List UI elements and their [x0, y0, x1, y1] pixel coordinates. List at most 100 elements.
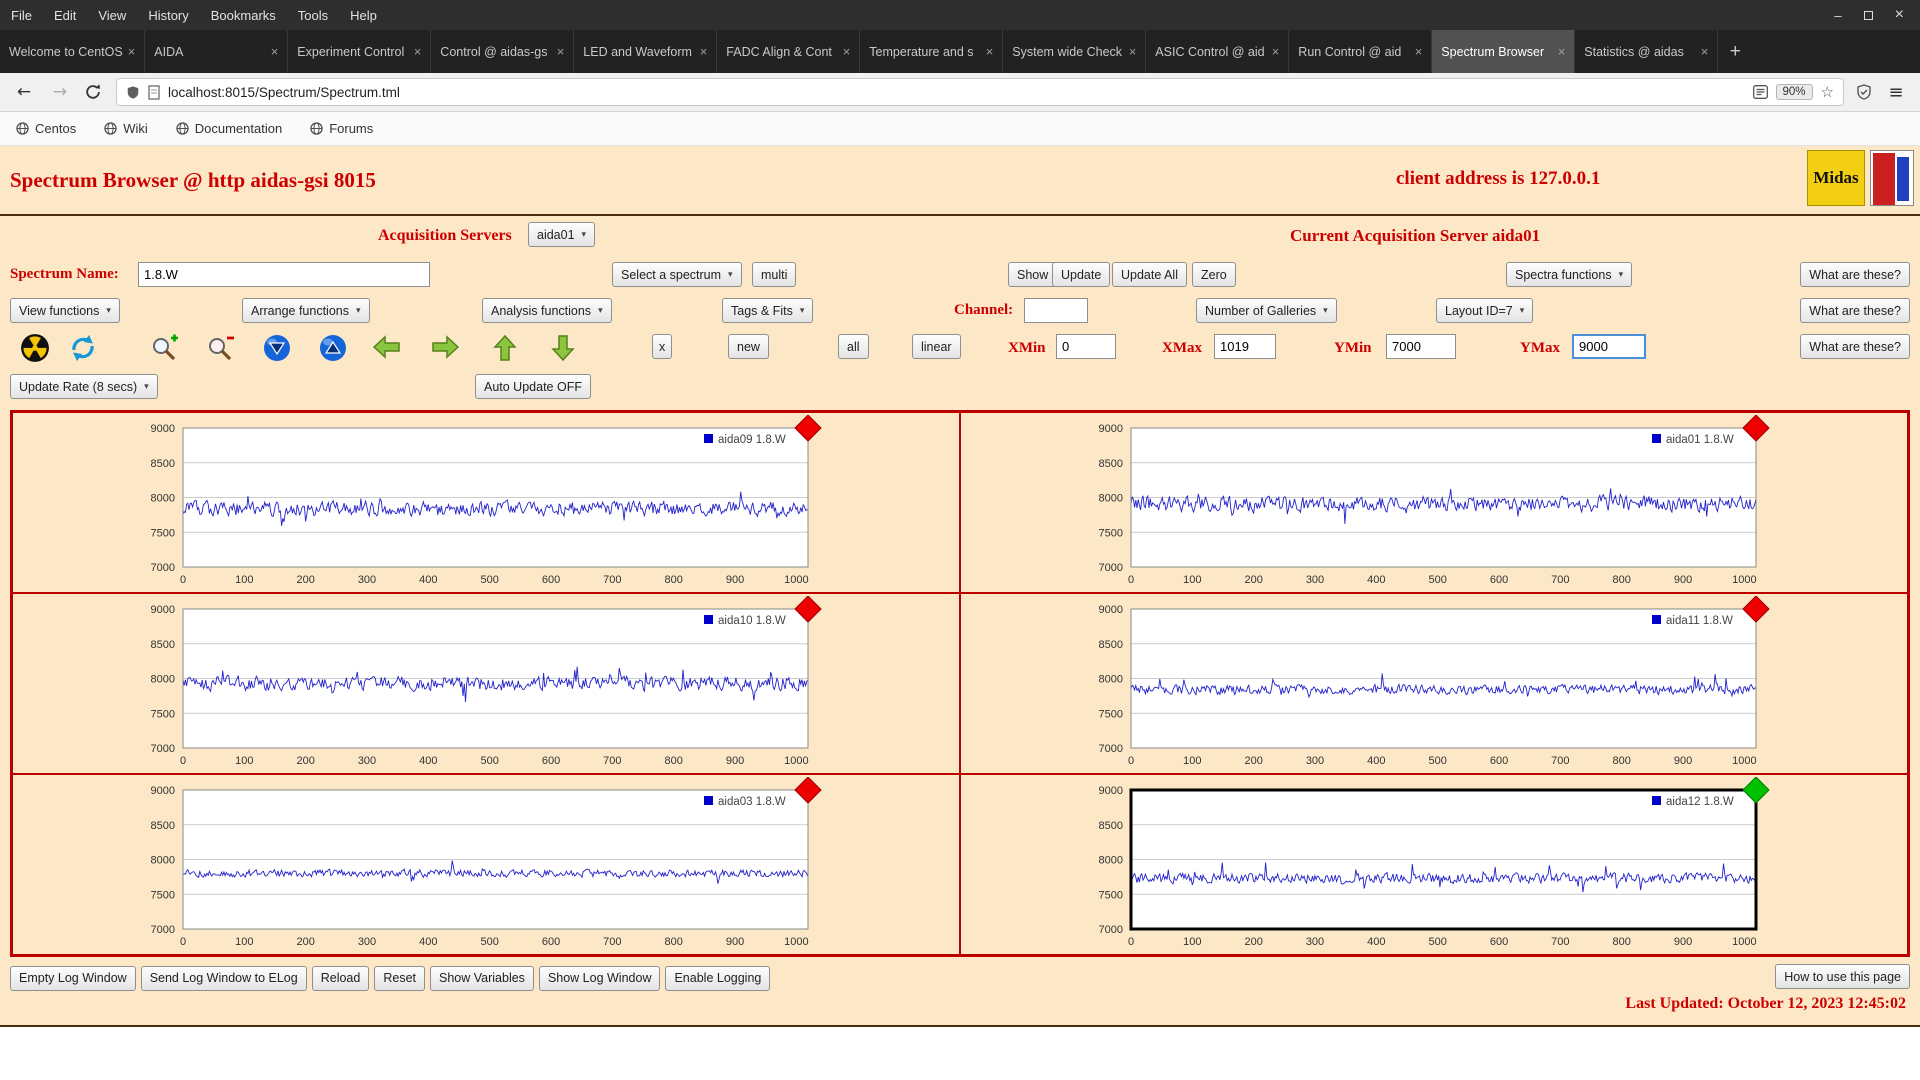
- menu-view[interactable]: View: [87, 8, 137, 23]
- minimize-icon[interactable]: –: [1834, 8, 1841, 23]
- move-right-icon[interactable]: [430, 333, 460, 363]
- what-are-these-button[interactable]: What are these?: [1800, 262, 1910, 287]
- tab-statistics-aidas[interactable]: Statistics @ aidas×: [1575, 30, 1718, 73]
- spectrum-cell-aida09-1-8-w[interactable]: 7000750080008500900001002003004005006007…: [12, 412, 960, 593]
- radiation-icon[interactable]: [20, 333, 50, 363]
- tab-control-aidas-gs[interactable]: Control @ aidas-gs×: [431, 30, 574, 73]
- tab-close-icon[interactable]: ×: [1415, 44, 1423, 59]
- url-text[interactable]: localhost:8015/Spectrum/Spectrum.tml: [168, 85, 1745, 100]
- bookmark-forums[interactable]: Forums: [310, 121, 373, 136]
- menu-tools[interactable]: Tools: [287, 8, 339, 23]
- bookmark-star-icon[interactable]: ☆: [1821, 83, 1834, 101]
- spectra-functions-dropdown[interactable]: Spectra functions▾: [1506, 262, 1632, 287]
- forward-icon[interactable]: →: [48, 82, 72, 102]
- app-menu-icon[interactable]: ≡: [1884, 82, 1908, 103]
- reader-mode-icon[interactable]: [1753, 85, 1768, 99]
- bookmark-wiki[interactable]: Wiki: [104, 121, 148, 136]
- menu-edit[interactable]: Edit: [43, 8, 87, 23]
- tab-close-icon[interactable]: ×: [1558, 44, 1566, 59]
- move-left-icon[interactable]: [372, 333, 402, 363]
- multi-button[interactable]: multi: [752, 262, 796, 287]
- shield-icon[interactable]: [126, 85, 140, 100]
- x-button[interactable]: x: [652, 334, 672, 359]
- show-variables-button[interactable]: Show Variables: [430, 966, 534, 991]
- menu-history[interactable]: History: [137, 8, 199, 23]
- tab-system-wide-check[interactable]: System wide Check×: [1003, 30, 1146, 73]
- new-tab-button[interactable]: +: [1718, 30, 1752, 73]
- analysis-functions-dropdown[interactable]: Analysis functions▾: [482, 298, 612, 323]
- scale-up-icon[interactable]: [318, 333, 348, 363]
- tab-aida[interactable]: AIDA×: [145, 30, 288, 73]
- tab-close-icon[interactable]: ×: [271, 44, 279, 59]
- acquisition-server-select[interactable]: aida01▾: [528, 222, 595, 247]
- tab-close-icon[interactable]: ×: [128, 44, 136, 59]
- zero-button[interactable]: Zero: [1192, 262, 1236, 287]
- spectrum-cell-aida11-1-8-w[interactable]: 7000750080008500900001002003004005006007…: [960, 593, 1908, 774]
- zoom-in-icon[interactable]: [150, 333, 180, 363]
- menu-bookmarks[interactable]: Bookmarks: [200, 8, 287, 23]
- tab-close-icon[interactable]: ×: [986, 44, 994, 59]
- menu-file[interactable]: File: [0, 8, 43, 23]
- select-spectrum-dropdown[interactable]: Select a spectrum▾: [612, 262, 742, 287]
- zoom-out-icon[interactable]: [206, 333, 236, 363]
- bookmark-documentation[interactable]: Documentation: [176, 121, 282, 136]
- tags-fits-dropdown[interactable]: Tags & Fits▾: [722, 298, 813, 323]
- channel-input[interactable]: [1024, 298, 1088, 323]
- tab-close-icon[interactable]: ×: [1129, 44, 1137, 59]
- tab-temperature-and-s[interactable]: Temperature and s×: [860, 30, 1003, 73]
- spectrum-cell-aida12-1-8-w[interactable]: 7000750080008500900001002003004005006007…: [960, 774, 1908, 955]
- spectrum-name-input[interactable]: [138, 262, 430, 287]
- view-functions-dropdown[interactable]: View functions▾: [10, 298, 120, 323]
- tab-welcome-to-centos[interactable]: Welcome to CentOS×: [0, 30, 145, 73]
- tab-close-icon[interactable]: ×: [700, 44, 708, 59]
- enable-logging-button[interactable]: Enable Logging: [665, 966, 770, 991]
- spectrum-cell-aida03-1-8-w[interactable]: 7000750080008500900001002003004005006007…: [12, 774, 960, 955]
- tab-run-control-aid[interactable]: Run Control @ aid×: [1289, 30, 1432, 73]
- bookmark-centos[interactable]: Centos: [16, 121, 76, 136]
- zoom-level-badge[interactable]: 90%: [1776, 84, 1813, 100]
- new-button[interactable]: new: [728, 334, 769, 359]
- reset-button[interactable]: Reset: [374, 966, 425, 991]
- tab-experiment-control[interactable]: Experiment Control×: [288, 30, 431, 73]
- galleries-dropdown[interactable]: Number of Galleries▾: [1196, 298, 1337, 323]
- protection-icon[interactable]: [1856, 84, 1872, 100]
- tab-close-icon[interactable]: ×: [843, 44, 851, 59]
- ymin-input[interactable]: [1386, 334, 1456, 359]
- show-log-window-button[interactable]: Show Log Window: [539, 966, 661, 991]
- show-button[interactable]: Show: [1008, 262, 1057, 287]
- menu-help[interactable]: Help: [339, 8, 388, 23]
- scale-down-icon[interactable]: [262, 333, 292, 363]
- arrange-functions-dropdown[interactable]: Arrange functions▾: [242, 298, 370, 323]
- page-info-icon[interactable]: [148, 85, 160, 100]
- what-are-these-button[interactable]: What are these?: [1800, 298, 1910, 323]
- tab-close-icon[interactable]: ×: [557, 44, 565, 59]
- tab-led-and-waveform[interactable]: LED and Waveform×: [574, 30, 717, 73]
- close-icon[interactable]: ×: [1895, 6, 1904, 24]
- update-button[interactable]: Update: [1052, 262, 1110, 287]
- tab-close-icon[interactable]: ×: [1272, 44, 1280, 59]
- maximize-icon[interactable]: [1864, 11, 1873, 20]
- update-rate-dropdown[interactable]: Update Rate (8 secs)▾: [10, 374, 158, 399]
- spectrum-cell-aida10-1-8-w[interactable]: 7000750080008500900001002003004005006007…: [12, 593, 960, 774]
- move-down-icon[interactable]: [548, 333, 578, 363]
- xmax-input[interactable]: [1214, 334, 1276, 359]
- tab-asic-control-aid[interactable]: ASIC Control @ aid×: [1146, 30, 1289, 73]
- layout-id-dropdown[interactable]: Layout ID=7▾: [1436, 298, 1533, 323]
- xmin-input[interactable]: [1056, 334, 1116, 359]
- linear-button[interactable]: linear: [912, 334, 961, 359]
- reload-icon[interactable]: [84, 83, 104, 101]
- all-button[interactable]: all: [838, 334, 869, 359]
- reload-button[interactable]: Reload: [312, 966, 370, 991]
- tab-fadc-align-cont[interactable]: FADC Align & Cont×: [717, 30, 860, 73]
- tab-spectrum-browser[interactable]: Spectrum Browser×: [1432, 30, 1575, 73]
- auto-update-button[interactable]: Auto Update OFF: [475, 374, 591, 399]
- empty-log-window-button[interactable]: Empty Log Window: [10, 966, 136, 991]
- ymax-input[interactable]: [1572, 334, 1646, 359]
- send-log-window-to-elog-button[interactable]: Send Log Window to ELog: [141, 966, 307, 991]
- tab-close-icon[interactable]: ×: [414, 44, 422, 59]
- what-are-these-button[interactable]: What are these?: [1800, 334, 1910, 359]
- update-all-button[interactable]: Update All: [1112, 262, 1187, 287]
- how-to-use-button[interactable]: How to use this page: [1775, 964, 1910, 989]
- url-bar[interactable]: localhost:8015/Spectrum/Spectrum.tml 90%…: [116, 78, 1844, 106]
- spectrum-cell-aida01-1-8-w[interactable]: 7000750080008500900001002003004005006007…: [960, 412, 1908, 593]
